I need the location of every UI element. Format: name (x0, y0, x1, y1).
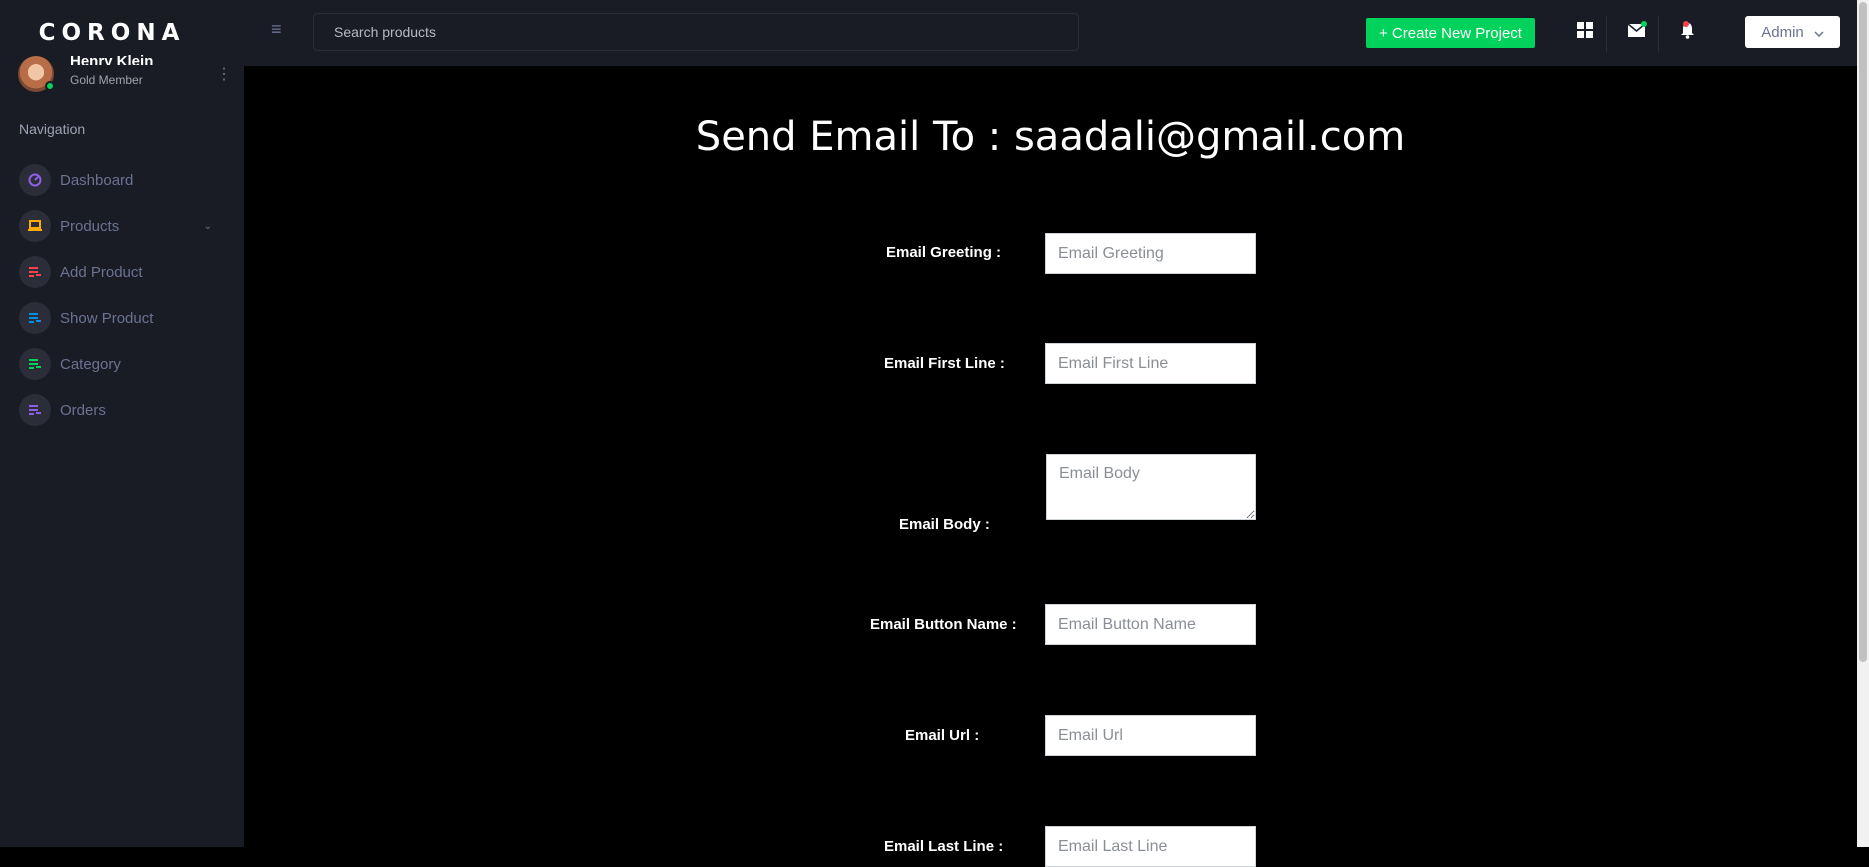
scrollbar-thumb[interactable] (1859, 2, 1867, 662)
sidebar-item-dashboard[interactable]: Dashboard (0, 157, 244, 203)
playlist-icon (19, 302, 51, 334)
sidebar-item-label: Add Product (60, 263, 143, 281)
sidebar-item-label: Show Product (60, 309, 154, 327)
email-body-textarea[interactable] (1046, 454, 1256, 520)
grid-icon[interactable] (1575, 20, 1595, 40)
email-first-line-input[interactable] (1045, 343, 1256, 384)
nav-list: Dashboard Products ⌄ Add Product Show Pr… (0, 157, 244, 433)
sidebar-item-label: Orders (60, 401, 106, 419)
email-url-input[interactable] (1045, 715, 1256, 756)
sidebar-item-label: Products (60, 217, 120, 235)
page-scrollbar[interactable] (1857, 0, 1869, 847)
email-body-label: Email Body : (899, 516, 990, 533)
page-title: Send Email To : saadali@gmail.com (695, 114, 1406, 160)
chevron-down-icon (1814, 24, 1824, 41)
nav-heading: Navigation (19, 121, 86, 137)
search-input[interactable] (313, 13, 1079, 51)
admin-dropdown-button[interactable]: Admin (1745, 16, 1840, 48)
profile-role: Gold Member (70, 73, 143, 87)
brand-name: CORONA (38, 20, 186, 46)
sidebar-item-label: Category (60, 355, 121, 373)
kebab-menu-icon[interactable]: ⋮ (216, 64, 232, 84)
topbar-divider (1606, 16, 1607, 52)
profile-name: Henry Klein (70, 53, 154, 65)
chevron-down-icon[interactable]: ⌄ (204, 221, 212, 232)
email-url-label: Email Url : (905, 727, 980, 744)
playlist-icon (19, 256, 51, 288)
notification-badge-icon (1683, 21, 1689, 27)
profile-text: Henry Klein Gold Member (70, 53, 153, 87)
sidebar-item-label: Dashboard (60, 171, 134, 189)
sidebar-item-products[interactable]: Products ⌄ (0, 203, 244, 249)
email-first-line-label: Email First Line : (884, 355, 1005, 372)
mail-badge-icon (1641, 21, 1647, 27)
speedometer-icon (19, 164, 51, 196)
user-profile[interactable]: Henry Klein Gold Member ⋮ (18, 53, 232, 94)
email-button-name-input[interactable] (1045, 604, 1256, 645)
email-greeting-label: Email Greeting : (886, 244, 1002, 261)
laptop-icon (19, 210, 51, 242)
email-button-name-label: Email Button Name : (870, 616, 1017, 633)
sidebar-item-add-product[interactable]: Add Product (0, 249, 244, 295)
create-new-project-button[interactable]: + Create New Project (1366, 18, 1535, 48)
topbar: ≡ + Create New Project Admin (244, 0, 1869, 66)
main-content: Send Email To : saadali@gmail.com Email … (244, 66, 1857, 867)
playlist-icon (19, 348, 51, 380)
online-status-icon (45, 81, 55, 91)
sidebar: CORONA Henry Klein Gold Member ⋮ Navigat… (0, 0, 244, 847)
sidebar-item-show-product[interactable]: Show Product (0, 295, 244, 341)
sidebar-item-category[interactable]: Category (0, 341, 244, 387)
admin-label: Admin (1761, 23, 1804, 41)
sidebar-item-orders[interactable]: Orders (0, 387, 244, 433)
email-greeting-input[interactable] (1045, 233, 1256, 274)
hamburger-menu-icon[interactable]: ≡ (271, 19, 282, 40)
playlist-icon (19, 394, 51, 426)
avatar[interactable] (18, 56, 55, 92)
topbar-divider (1658, 16, 1659, 52)
